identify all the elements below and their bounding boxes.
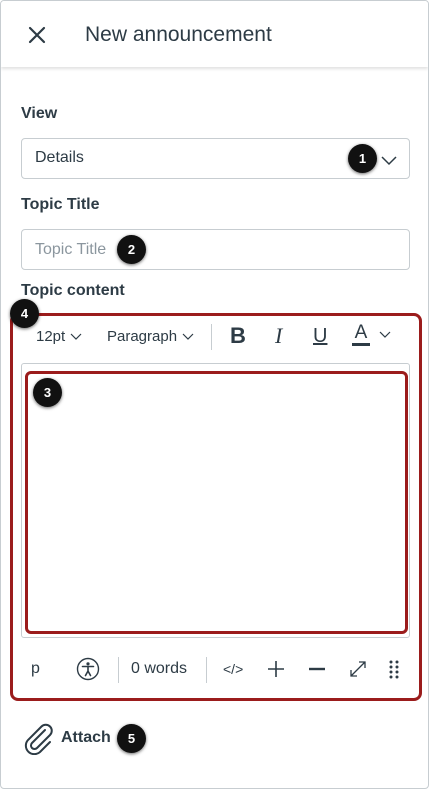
font-size-value: 12pt	[36, 327, 66, 345]
underline-button[interactable]: U	[313, 323, 327, 349]
element-path[interactable]: p	[31, 656, 40, 682]
topic-title-input[interactable]	[21, 229, 410, 270]
statusbar-divider	[118, 657, 119, 683]
topic-content-label: Topic content	[21, 282, 125, 299]
bold-button[interactable]: B	[230, 323, 246, 349]
word-count: 0 words	[131, 656, 187, 682]
element-path-label: p	[31, 660, 40, 677]
callout-badge: 3	[33, 378, 62, 407]
fullscreen-button[interactable]	[349, 656, 367, 682]
view-select-value: Details	[35, 149, 84, 166]
attach-label: Attach	[61, 729, 111, 746]
text-color-swatch	[352, 342, 370, 346]
toolbar-divider	[211, 324, 212, 350]
header-bar: New announcement	[1, 1, 428, 67]
expand-icon	[350, 661, 366, 677]
collapse-button[interactable]	[308, 656, 326, 682]
drag-handle-icon	[389, 660, 399, 679]
plus-icon	[268, 661, 284, 677]
callout-badge: 5	[117, 724, 146, 753]
callout-badge: 1	[348, 144, 377, 173]
topic-title-label: Topic Title	[21, 196, 100, 213]
content-editor-area[interactable]	[25, 371, 408, 634]
page-title: New announcement	[85, 23, 272, 46]
italic-button[interactable]: I	[275, 323, 282, 349]
font-size-dropdown[interactable]: 12pt	[36, 323, 82, 349]
app-frame: New announcement View Details Topic Titl…	[0, 0, 429, 789]
accessibility-checker-button[interactable]	[76, 656, 100, 682]
resize-handle[interactable]	[389, 656, 399, 682]
bold-icon: B	[230, 323, 246, 348]
underline-icon: U	[313, 324, 328, 347]
italic-icon: I	[275, 323, 283, 348]
minus-icon	[309, 667, 325, 671]
attach-button[interactable]: Attach	[21, 721, 111, 755]
chevron-down-icon	[70, 333, 82, 340]
text-color-button[interactable]: A	[352, 321, 391, 347]
callout-badge: 2	[117, 235, 146, 264]
accessibility-icon	[76, 657, 100, 681]
close-button[interactable]	[25, 23, 49, 47]
text-color-icon: A	[352, 323, 370, 346]
block-format-dropdown[interactable]: Paragraph	[107, 323, 194, 349]
chevron-down-icon	[381, 156, 397, 166]
block-format-value: Paragraph	[107, 327, 178, 345]
html-editor-toggle[interactable]: </>	[223, 656, 243, 682]
view-label: View	[21, 105, 58, 122]
chevron-down-icon	[379, 331, 391, 338]
code-icon: </>	[223, 661, 244, 677]
chevron-down-icon	[182, 333, 194, 340]
text-color-letter: A	[354, 321, 368, 343]
word-count-label: 0 words	[131, 660, 188, 677]
paperclip-icon	[24, 723, 53, 755]
close-icon	[28, 26, 46, 44]
callout-badge: 4	[10, 299, 39, 328]
statusbar-divider	[206, 657, 207, 683]
insert-button[interactable]	[266, 656, 286, 682]
